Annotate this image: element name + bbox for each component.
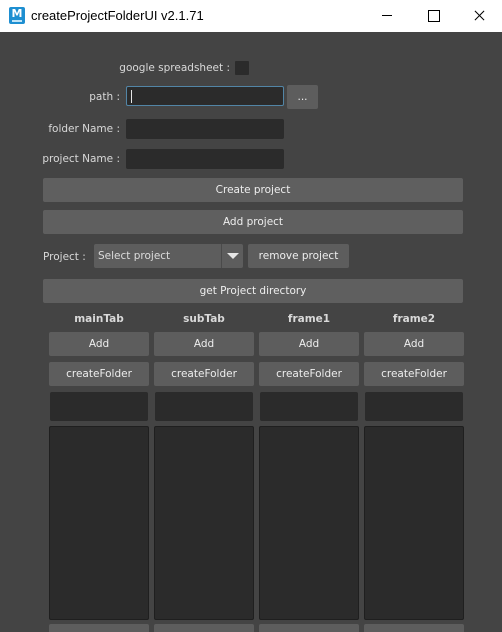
folder-name-input[interactable]	[126, 119, 284, 139]
path-input[interactable]	[126, 86, 284, 106]
maya-app-icon: M	[9, 7, 25, 24]
folder-list[interactable]	[154, 426, 254, 620]
create-folder-button[interactable]: createFolder	[154, 362, 254, 386]
maximize-icon[interactable]	[410, 0, 456, 32]
folder-list[interactable]	[259, 426, 359, 620]
column-text-field[interactable]	[50, 392, 148, 421]
get-project-directory-button[interactable]: get Project directory	[43, 279, 463, 303]
close-icon[interactable]	[456, 0, 502, 32]
create-folder-button[interactable]: createFolder	[364, 362, 464, 386]
remove-project-button[interactable]: remove project	[248, 244, 349, 268]
project-select-value: Select project	[98, 250, 171, 262]
text-caret	[131, 90, 132, 103]
folder-name-text[interactable]	[126, 119, 284, 139]
column-bottom-button[interactable]	[364, 624, 464, 632]
title-bar[interactable]: M createProjectFolderUI v2.1.71	[0, 0, 502, 32]
create-folder-button[interactable]: createFolder	[49, 362, 149, 386]
project-name-text[interactable]	[126, 149, 284, 169]
column-header: frame1	[287, 313, 331, 325]
path-label: path :	[89, 91, 120, 103]
column-text-field[interactable]	[260, 392, 358, 421]
column-text-field[interactable]	[365, 392, 463, 421]
project-select[interactable]: Select project	[94, 244, 243, 268]
create-project-button[interactable]: Create project	[43, 178, 463, 202]
column-bottom-button[interactable]	[49, 624, 149, 632]
google-spreadsheet-label: google spreadsheet :	[119, 62, 230, 74]
folder-list[interactable]	[49, 426, 149, 620]
project-label: Project :	[43, 251, 86, 263]
path-text[interactable]	[127, 87, 283, 105]
project-name-label: project Name :	[42, 153, 120, 165]
column-bottom-button[interactable]	[154, 624, 254, 632]
add-button[interactable]: Add	[259, 332, 359, 356]
minimize-icon[interactable]	[364, 0, 410, 32]
column-header: frame2	[392, 313, 436, 325]
column-header: mainTab	[74, 313, 124, 325]
add-project-button[interactable]: Add project	[43, 210, 463, 234]
add-button[interactable]: Add	[364, 332, 464, 356]
add-button[interactable]: Add	[49, 332, 149, 356]
window-title: createProjectFolderUI v2.1.71	[31, 8, 204, 23]
create-folder-button[interactable]: createFolder	[259, 362, 359, 386]
column-text-field[interactable]	[155, 392, 253, 421]
google-spreadsheet-checkbox[interactable]	[235, 61, 249, 75]
project-name-input[interactable]	[126, 149, 284, 169]
browse-button[interactable]: ...	[287, 85, 318, 109]
column-bottom-button[interactable]	[259, 624, 359, 632]
chevron-down-icon	[227, 253, 239, 259]
folder-list[interactable]	[364, 426, 464, 620]
add-button[interactable]: Add	[154, 332, 254, 356]
column-header: subTab	[183, 313, 225, 325]
folder-name-label: folder Name :	[48, 123, 120, 135]
